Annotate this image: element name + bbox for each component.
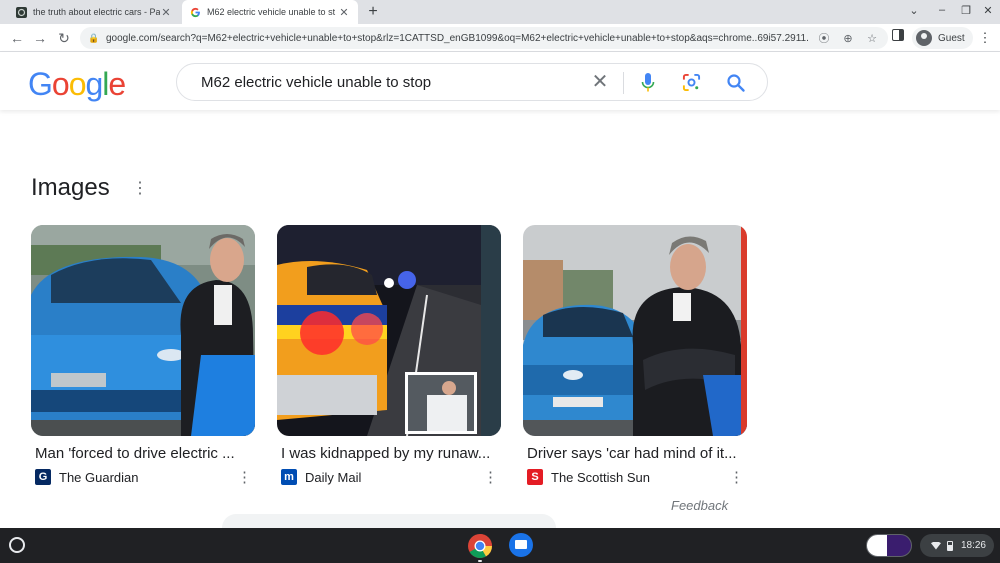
- microphone-icon[interactable]: [641, 73, 655, 93]
- logo-letter: G: [28, 66, 53, 102]
- system-shelf: 18:26: [0, 528, 1000, 563]
- source-name: The Guardian: [59, 469, 139, 485]
- image-caption[interactable]: Man 'forced to drive electric ...: [35, 445, 251, 462]
- scottish-sun-logo-icon: S: [527, 469, 543, 485]
- clock-time: 18:26: [960, 540, 986, 551]
- search-divider: [623, 72, 624, 94]
- man-beside-blue-electric-suv-photo[interactable]: [31, 225, 255, 436]
- forward-arrow-icon[interactable]: →: [31, 29, 49, 47]
- logo-letter: o: [51, 66, 70, 102]
- image-caption[interactable]: I was kidnapped by my runaw...: [281, 445, 497, 462]
- zoom-icon[interactable]: ⊕: [840, 32, 856, 45]
- image-source[interactable]: m Daily Mail: [281, 469, 361, 485]
- search-box[interactable]: M62 electric vehicle unable to stop ✕: [176, 63, 768, 101]
- minimize-icon[interactable]: –: [934, 4, 950, 16]
- guardian-logo-icon: G: [35, 469, 51, 485]
- image-result-card[interactable]: Driver says 'car had mind of it... S The…: [523, 225, 747, 486]
- search-icon[interactable]: [726, 73, 746, 93]
- kebab-menu-icon[interactable]: ⋮: [483, 468, 498, 486]
- kebab-menu-icon[interactable]: ⋮: [132, 180, 148, 198]
- source-name: The Scottish Sun: [551, 469, 650, 485]
- restore-icon[interactable]: ❐: [958, 4, 974, 17]
- police-car-night-motorway-photo[interactable]: [277, 225, 501, 436]
- close-tab-icon[interactable]: ✕: [160, 6, 172, 19]
- battery-icon: [946, 540, 953, 551]
- tab-google-search[interactable]: M62 electric vehicle unable to st ✕: [182, 0, 358, 24]
- lock-icon[interactable]: 🔒: [88, 33, 100, 44]
- close-window-icon[interactable]: ✕: [980, 4, 996, 17]
- kebab-menu-icon[interactable]: ⋮: [237, 468, 252, 486]
- side-panel-icon[interactable]: [892, 29, 904, 41]
- location-pin-icon[interactable]: ⦿: [816, 30, 832, 46]
- image-source[interactable]: G The Guardian: [35, 469, 139, 485]
- kebab-menu-icon[interactable]: ⋮: [729, 468, 744, 486]
- address-bar[interactable]: 🔒 google.com/search?q=M62+electric+vehic…: [80, 27, 888, 49]
- google-g-favicon: [190, 7, 200, 17]
- back-arrow-icon[interactable]: ←: [8, 29, 26, 47]
- browser-tab-strip: the truth about electric cars - Pa ✕ M62…: [0, 0, 1000, 24]
- reload-icon[interactable]: ↻: [55, 29, 73, 47]
- logo-letter: g: [85, 66, 103, 102]
- feedback-link[interactable]: Feedback: [671, 498, 728, 513]
- close-icon[interactable]: ✕: [589, 70, 611, 94]
- address-bar-url[interactable]: google.com/search?q=M62+electric+vehicle…: [106, 33, 808, 44]
- close-tab-icon[interactable]: ✕: [338, 6, 350, 19]
- tab-title: M62 electric vehicle unable to st: [207, 7, 336, 17]
- new-tab-icon[interactable]: +: [364, 3, 382, 21]
- profile-button[interactable]: Guest: [912, 27, 973, 49]
- bookmark-star-icon[interactable]: ☆: [864, 32, 880, 45]
- kebab-menu-icon[interactable]: ⋮: [978, 30, 992, 46]
- man-arms-folded-by-blue-car-photo[interactable]: [523, 225, 747, 436]
- daily-mail-logo-icon: m: [281, 469, 297, 485]
- search-input[interactable]: M62 electric vehicle unable to stop: [201, 74, 431, 91]
- source-name: Daily Mail: [305, 469, 362, 485]
- avatar-icon: [916, 30, 932, 46]
- status-tray[interactable]: 18:26: [920, 534, 994, 557]
- files-app-icon[interactable]: [509, 533, 533, 557]
- google-logo[interactable]: Google: [28, 66, 126, 103]
- image-result-card[interactable]: I was kidnapped by my runaw... m Daily M…: [277, 225, 501, 486]
- tab-title: the truth about electric cars - Pa: [33, 7, 160, 17]
- image-source[interactable]: S The Scottish Sun: [527, 469, 650, 485]
- wifi-icon: [930, 541, 941, 550]
- dark-square-favicon: [16, 6, 27, 18]
- images-heading: Images: [31, 174, 110, 201]
- google-header: Google M62 electric vehicle unable to st…: [0, 52, 1000, 110]
- image-result-card[interactable]: Man 'forced to drive electric ... G The …: [31, 225, 255, 486]
- chevron-down-icon[interactable]: ⌄: [906, 4, 922, 17]
- browser-toolbar: ← → ↻ 🔒 google.com/search?q=M62+electric…: [0, 24, 1000, 52]
- running-indicator: [478, 560, 482, 562]
- chrome-app-icon[interactable]: [467, 533, 493, 559]
- google-lens-icon[interactable]: [682, 73, 701, 92]
- holding-space-icon[interactable]: [866, 534, 912, 557]
- tab-truth-about-electric-cars[interactable]: the truth about electric cars - Pa ✕: [8, 0, 180, 24]
- logo-letter: o: [68, 66, 87, 102]
- image-caption[interactable]: Driver says 'car had mind of it...: [527, 445, 743, 462]
- profile-label: Guest: [938, 32, 965, 44]
- launcher-icon[interactable]: [9, 537, 25, 553]
- logo-letter: e: [108, 66, 126, 102]
